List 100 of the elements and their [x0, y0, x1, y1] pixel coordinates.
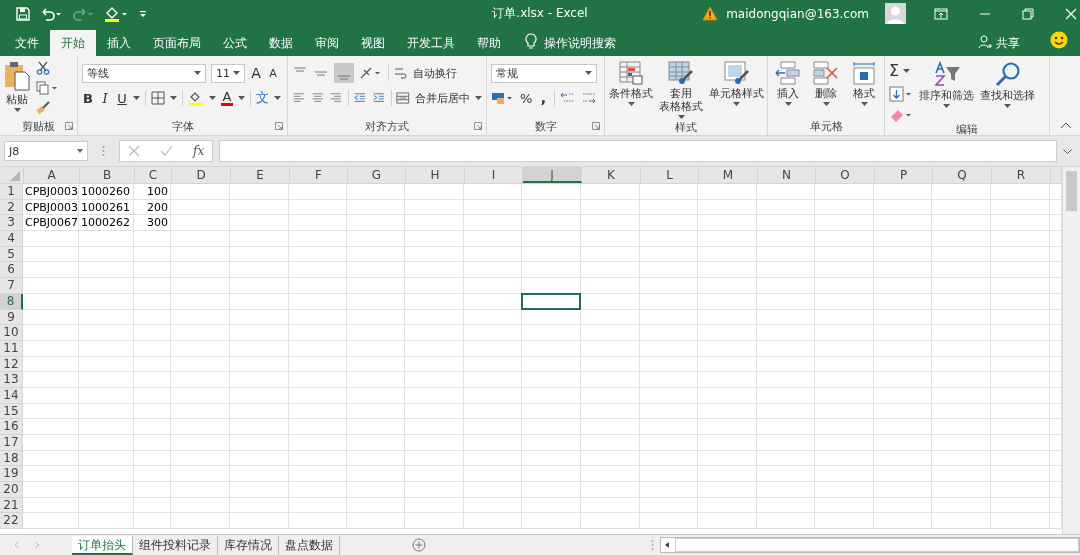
column-header[interactable]: B — [80, 167, 135, 183]
fill-color-icon[interactable] — [188, 90, 204, 106]
horizontal-scrollbar[interactable] — [660, 537, 1080, 553]
caret-icon[interactable] — [677, 115, 685, 119]
sheet-tab[interactable]: 订单抬头 — [72, 535, 133, 555]
ribbon-display-icon[interactable] — [934, 7, 948, 20]
column-header[interactable]: A — [24, 167, 80, 183]
font-size-field[interactable]: 11 — [211, 63, 245, 83]
caret-icon[interactable] — [133, 96, 140, 100]
row-header[interactable]: 6 — [0, 262, 23, 279]
caret-icon[interactable] — [860, 102, 868, 106]
caret-icon[interactable] — [238, 96, 245, 100]
column-header[interactable]: E — [231, 167, 290, 183]
column-header[interactable]: C — [135, 167, 172, 183]
format-cells-icon[interactable] — [851, 61, 877, 85]
row-header[interactable]: 10 — [0, 325, 23, 341]
conditional-format-icon[interactable] — [619, 61, 643, 85]
column-header[interactable]: F — [290, 167, 348, 183]
wrap-text-icon[interactable] — [394, 66, 408, 80]
share-button[interactable]: 共享 — [996, 30, 1020, 56]
ribbon-tab[interactable]: 插入 — [96, 30, 142, 56]
insert-function-button[interactable]: fx — [193, 144, 205, 158]
percent-button[interactable]: % — [520, 90, 533, 106]
smiley-icon[interactable] — [1050, 31, 1068, 49]
table-cell[interactable]: CPBJ0003 — [23, 199, 79, 216]
caret-icon[interactable] — [943, 104, 950, 108]
cells-button[interactable]: 插入 — [777, 87, 799, 100]
expand-icon[interactable] — [1063, 148, 1072, 154]
caret-icon[interactable] — [274, 96, 281, 100]
warning-icon[interactable] — [702, 6, 719, 21]
font-name-field[interactable]: 等线 — [82, 63, 206, 83]
eraser-icon[interactable] — [889, 108, 913, 122]
wrap-text-button[interactable]: 自动换行 — [413, 65, 457, 81]
save-icon[interactable] — [16, 6, 30, 21]
dialog-launcher-icon[interactable] — [474, 122, 482, 130]
formula-input[interactable] — [219, 140, 1057, 162]
ribbon-tab[interactable]: 公式 — [212, 30, 258, 56]
column-header[interactable]: O — [816, 167, 875, 183]
person-add-icon[interactable] — [978, 35, 992, 49]
close-icon[interactable] — [1065, 7, 1077, 20]
sheet-tab[interactable]: 盘点数据 — [279, 535, 340, 555]
row-header[interactable]: 1 — [0, 184, 23, 200]
caret-icon[interactable] — [903, 68, 911, 73]
previous-sheet-icon[interactable] — [14, 541, 20, 549]
caret-icon[interactable] — [627, 102, 635, 106]
table-cell[interactable]: CPBJ0003 — [23, 184, 79, 200]
grow-font-button[interactable]: A — [250, 65, 262, 81]
underline-button[interactable]: U — [116, 90, 128, 106]
caret-icon[interactable] — [13, 108, 21, 112]
cell-style-icon[interactable] — [723, 61, 750, 85]
sheet-tab[interactable]: 组件投料记录 — [133, 535, 218, 555]
table-cell[interactable]: 300 — [134, 215, 171, 232]
table-format-icon[interactable] — [668, 61, 694, 85]
caret-icon[interactable] — [233, 71, 240, 75]
column-header[interactable]: R — [992, 167, 1051, 183]
cancel-icon[interactable] — [128, 145, 140, 157]
paste-button[interactable]: 粘贴 — [6, 93, 28, 106]
number-format-field[interactable]: 常规 — [491, 63, 597, 83]
column-header[interactable]: G — [348, 167, 406, 183]
dialog-launcher-icon[interactable] — [275, 122, 283, 130]
caret-icon[interactable] — [1004, 104, 1011, 108]
delete-cells-icon[interactable] — [813, 61, 839, 85]
fill-color-icon[interactable] — [104, 5, 128, 22]
ribbon-tab[interactable]: 帮助 — [466, 30, 512, 56]
caret-icon[interactable] — [77, 149, 83, 153]
table-cell[interactable]: CPBJ0067 — [23, 215, 79, 232]
autosum-button[interactable]: Σ — [889, 61, 900, 80]
next-sheet-icon[interactable] — [34, 541, 40, 549]
dialog-launcher-icon[interactable] — [592, 122, 600, 130]
dialog-launcher-icon[interactable] — [65, 122, 73, 130]
caret-icon[interactable] — [170, 96, 177, 100]
find-select-button[interactable]: 查找和选择 — [980, 89, 1035, 102]
phonetic-button[interactable]: 文 — [256, 89, 269, 107]
decrease-decimal-icon[interactable] — [581, 91, 598, 105]
italic-button[interactable]: I — [99, 90, 111, 106]
name-box[interactable]: J8 — [4, 141, 88, 161]
align-right-icon[interactable] — [329, 91, 343, 105]
font-color-button[interactable]: A — [221, 90, 233, 106]
bold-button[interactable]: B — [82, 90, 94, 106]
row-header[interactable]: 7 — [0, 278, 23, 294]
check-icon[interactable] — [160, 145, 173, 157]
comma-button[interactable]: , — [537, 90, 550, 106]
column-header[interactable]: L — [641, 167, 699, 183]
row-header[interactable]: 13 — [0, 372, 23, 388]
ribbon-tab[interactable]: 审阅 — [304, 30, 350, 56]
column-header[interactable]: N — [758, 167, 816, 183]
ribbon-tab[interactable]: 数据 — [258, 30, 304, 56]
sort-filter-icon[interactable] — [932, 61, 961, 87]
account-name[interactable]: maidongqian@163.com — [726, 6, 869, 21]
ribbon-tab[interactable]: 页面布局 — [142, 30, 212, 56]
caret-icon[interactable] — [474, 96, 482, 100]
paste-icon[interactable] — [4, 61, 30, 91]
cells-button[interactable]: 删除 — [815, 87, 837, 100]
row-header[interactable]: 22 — [0, 513, 23, 530]
fill-down-icon[interactable] — [889, 86, 913, 102]
sort-filter-button[interactable]: 排序和筛选 — [919, 89, 974, 102]
insert-cells-icon[interactable] — [775, 61, 801, 85]
caret-icon[interactable] — [733, 102, 740, 106]
borders-icon[interactable] — [151, 91, 165, 105]
collapse-ribbon-icon[interactable] — [1060, 122, 1072, 129]
